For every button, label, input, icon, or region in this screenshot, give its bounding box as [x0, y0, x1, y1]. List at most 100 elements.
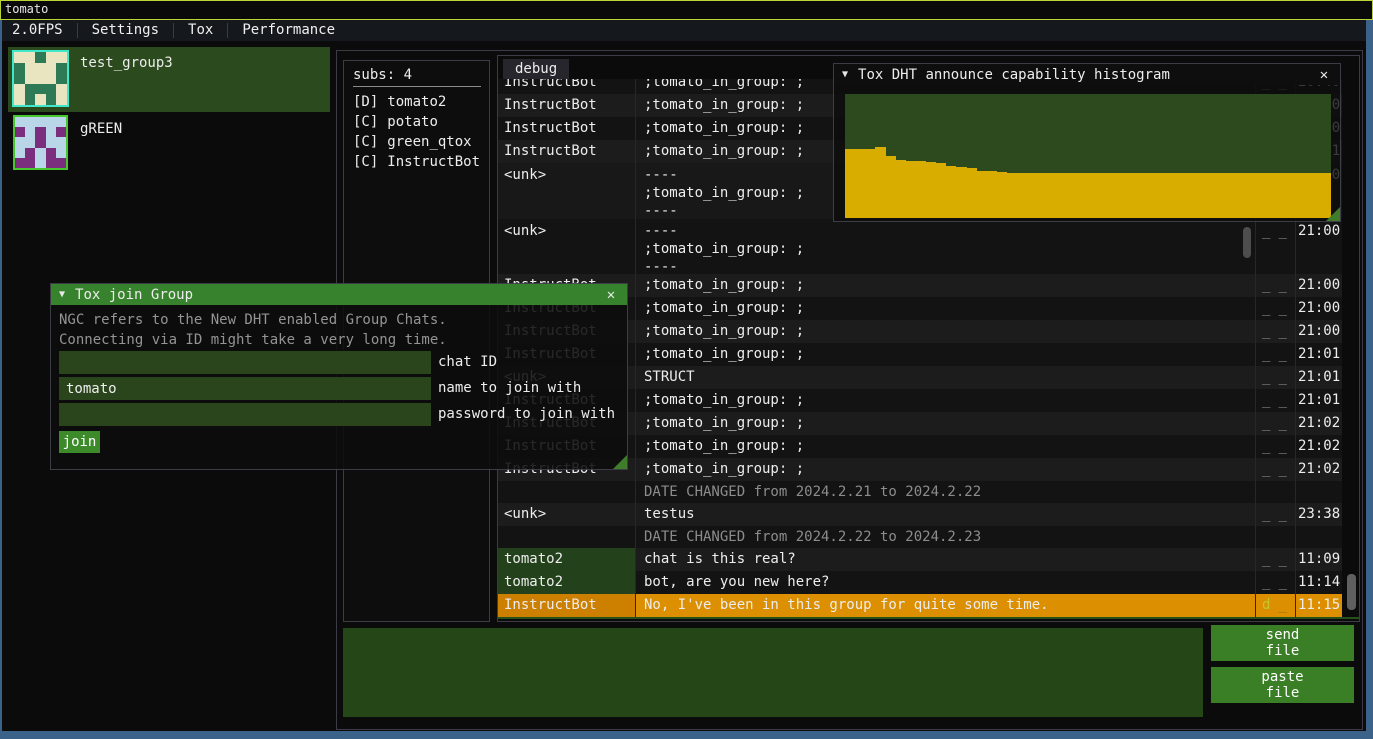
- message-text: testus: [636, 503, 1256, 526]
- resize-grip[interactable]: [613, 455, 627, 469]
- message-time: 21:00: [1296, 274, 1342, 297]
- message-flags: __: [1256, 366, 1296, 389]
- message-text: chat is this real?: [636, 548, 1256, 571]
- send-file-button[interactable]: send file: [1211, 625, 1354, 661]
- message-text: ;tomato_in_group: ;: [636, 389, 1256, 412]
- message-sender: InstructBot: [498, 117, 636, 140]
- message-sender: tomato2: [498, 548, 636, 571]
- message-flags: __: [1256, 219, 1296, 274]
- message-flags: __: [1256, 412, 1296, 435]
- message-time: 21:02: [1296, 412, 1342, 435]
- message-text: ;tomato_in_group: ;: [636, 343, 1256, 366]
- menu-item-performance[interactable]: Performance: [228, 20, 349, 41]
- menu-item-tox[interactable]: Tox: [174, 20, 227, 41]
- resize-grip[interactable]: [1326, 207, 1340, 221]
- close-icon[interactable]: ✕: [1316, 67, 1332, 83]
- window-title: tomato: [5, 2, 48, 16]
- member-tag: [C]: [353, 134, 378, 150]
- window-border-left: [0, 20, 2, 739]
- message-text: ;tomato_in_group: ;: [636, 458, 1256, 481]
- member-name: green_qtox: [387, 134, 471, 150]
- message-time: 11:15: [1296, 594, 1342, 617]
- message-flags: __: [1256, 343, 1296, 366]
- close-icon[interactable]: ✕: [603, 287, 619, 303]
- join-description: NGC refers to the New DHT enabled Group …: [59, 310, 447, 350]
- group-name: gREEN: [80, 121, 122, 137]
- menu-bar: 2.0FPS Settings Tox Performance: [2, 20, 1366, 41]
- tab-debug[interactable]: debug: [503, 59, 569, 79]
- message-time: 11:09: [1296, 548, 1342, 571]
- collapse-arrow-icon[interactable]: ▼: [842, 69, 848, 80]
- chat-scrollbar-thumb[interactable]: [1347, 574, 1356, 610]
- message-time: 21:00: [1296, 219, 1342, 274]
- subs-separator: [353, 86, 481, 87]
- member-item[interactable]: [C] green_qtox: [353, 132, 488, 152]
- message-flags: __: [1256, 389, 1296, 412]
- fps-counter: 2.0FPS: [12, 20, 77, 41]
- join-name-label: name to join with: [438, 377, 581, 400]
- join-password-input[interactable]: [59, 403, 431, 426]
- window-border-right: [1366, 20, 1373, 739]
- group-avatar: [12, 50, 69, 107]
- message-time: 21:02: [1296, 435, 1342, 458]
- app-window: tomato 2.0FPS Settings Tox Performance t…: [0, 0, 1373, 739]
- window-titlebar[interactable]: tomato: [0, 0, 1373, 20]
- message-flags: __: [1256, 297, 1296, 320]
- message-time: 21:01: [1296, 389, 1342, 412]
- date-changed-text: DATE CHANGED from 2024.2.21 to 2024.2.22: [636, 481, 1256, 503]
- join-password-label: password to join with: [438, 403, 615, 426]
- message-text: ---- ;tomato_in_group: ; ----: [636, 219, 1256, 274]
- message-time: 21:01: [1296, 366, 1342, 389]
- message-flags: __: [1256, 571, 1296, 594]
- message-sender: <unk>: [498, 503, 636, 526]
- histogram-window: ▼ Tox DHT announce capability histogram …: [833, 63, 1341, 222]
- message-text: ;tomato_in_group: ;: [636, 274, 1256, 297]
- message-time: 11:14: [1296, 571, 1342, 594]
- message-time: 21:00: [1296, 320, 1342, 343]
- histogram-window-title: Tox DHT announce capability histogram: [858, 67, 1306, 83]
- member-item[interactable]: [D]tomato2: [353, 92, 488, 112]
- date-changed-row: DATE CHANGED from 2024.2.21 to 2024.2.22: [498, 481, 1359, 503]
- join-group-window: ▼ Tox join Group ✕ NGC refers to the New…: [50, 283, 628, 470]
- menu-item-settings[interactable]: Settings: [78, 20, 173, 41]
- message-flags: __: [1256, 548, 1296, 571]
- date-changed-row: DATE CHANGED from 2024.2.22 to 2024.2.23: [498, 526, 1359, 548]
- message-flags: d_: [1256, 594, 1296, 617]
- message-row-highlighted[interactable]: InstructBotNo, I've been in this group f…: [498, 594, 1359, 617]
- sidebar-group-gREEN[interactable]: gREEN: [8, 113, 330, 170]
- histogram-window-titlebar[interactable]: ▼ Tox DHT announce capability histogram …: [834, 64, 1340, 85]
- inner-scrollbar-thumb[interactable]: [1243, 227, 1251, 258]
- message-sender: InstructBot: [498, 594, 636, 617]
- member-item[interactable]: [C]potato: [353, 112, 488, 132]
- sidebar-group-test_group3[interactable]: test_group3: [8, 47, 330, 112]
- member-tag: [D]: [353, 94, 378, 110]
- message-flags: __: [1256, 274, 1296, 297]
- member-name: potato: [387, 114, 438, 130]
- histogram-bars: [845, 94, 1331, 218]
- message-text: bot, are you new here?: [636, 571, 1256, 594]
- join-name-input[interactable]: [59, 377, 431, 400]
- message-row[interactable]: <unk>---- ;tomato_in_group: ; ----__21:0…: [498, 219, 1359, 274]
- message-row[interactable]: <unk>testus__23:38: [498, 503, 1359, 526]
- message-text: ;tomato_in_group: ;: [636, 297, 1256, 320]
- message-input[interactable]: [343, 628, 1203, 717]
- message-row[interactable]: tomato2bot, are you new here?__11:14: [498, 571, 1359, 594]
- message-row[interactable]: tomato2chat is this real?__11:09: [498, 548, 1359, 571]
- message-sender: InstructBot: [498, 140, 636, 163]
- subs-count-label: subs: 4: [353, 67, 412, 83]
- message-sender: <unk>: [498, 163, 636, 219]
- group-avatar: [13, 115, 68, 170]
- message-flags: __: [1256, 435, 1296, 458]
- paste-file-button[interactable]: paste file: [1211, 667, 1354, 703]
- message-time: 21:00: [1296, 297, 1342, 320]
- window-border-bottom: [0, 731, 1373, 739]
- collapse-arrow-icon[interactable]: ▼: [59, 289, 65, 300]
- join-window-titlebar[interactable]: ▼ Tox join Group ✕: [51, 284, 627, 305]
- member-item[interactable]: [C]InstructBot: [353, 152, 488, 172]
- group-name: test_group3: [80, 55, 173, 71]
- message-sender: InstructBot: [498, 94, 636, 117]
- message-time: 21:01: [1296, 343, 1342, 366]
- join-button[interactable]: join: [59, 431, 100, 453]
- member-tag: [C]: [353, 154, 378, 170]
- chat-id-input[interactable]: [59, 351, 431, 374]
